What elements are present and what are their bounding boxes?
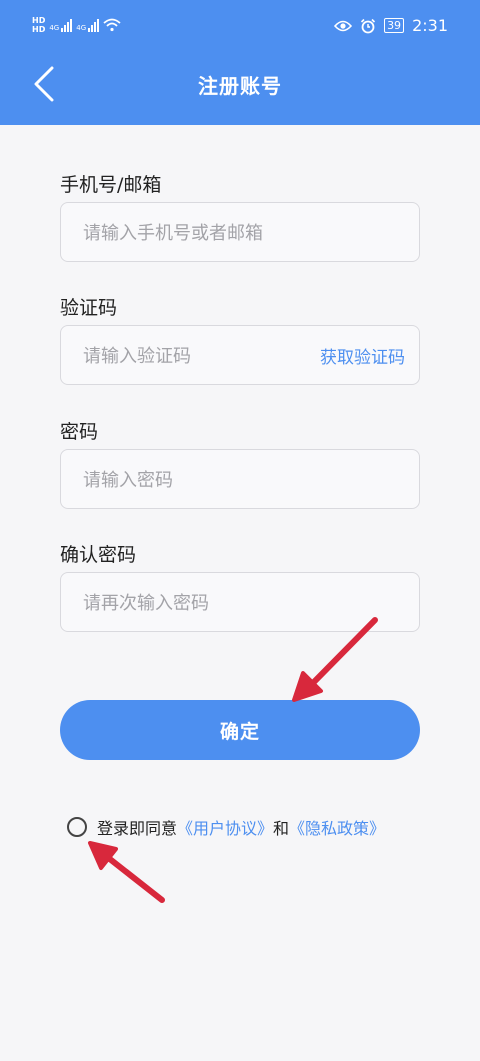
annotation-arrows <box>88 617 378 903</box>
arrow-to-confirm-button-icon <box>292 617 378 702</box>
arrow-to-agreement-checkbox-icon <box>88 841 165 903</box>
